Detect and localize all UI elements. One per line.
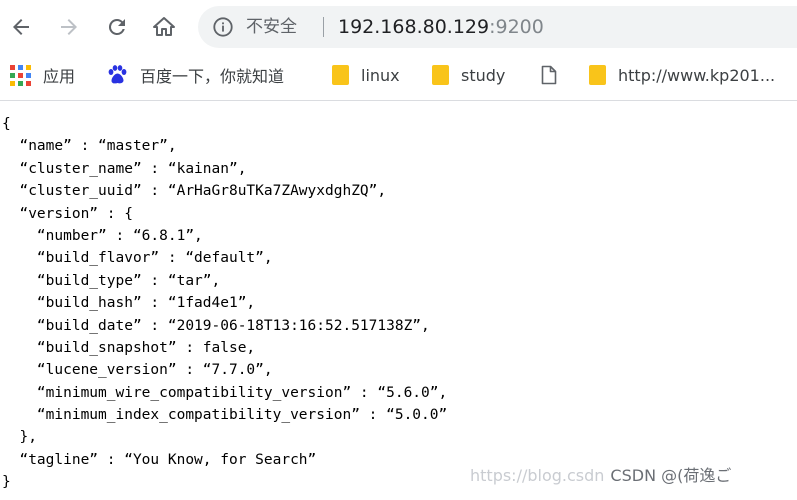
json-line: “tagline” : “You Know, for Search” [2,451,317,468]
home-icon [153,17,175,36]
bookmark-kp201[interactable]: http://www.kp201... [589,62,775,88]
apps-grid-icon [10,64,31,86]
json-line: }, [2,429,37,446]
json-line: “build_date” : “2019-06-18T13:16:52.5171… [2,317,430,334]
address-bar[interactable]: 不安全 192.168.80.129:9200 [198,6,797,48]
bookmark-label: 应用 [43,67,76,86]
folder-icon [432,65,449,85]
url-text[interactable]: 192.168.80.129:9200 [338,14,544,40]
forward-button[interactable] [52,10,86,44]
reload-button[interactable] [100,10,134,44]
watermark-url: https://blog.csdn [470,466,605,485]
json-line: “minimum_wire_compatibility_version” : “… [2,384,448,401]
bookmark-page[interactable] [541,62,557,88]
url-host: 192.168.80.129 [338,16,490,38]
json-line: “build_hash” : “1fad4e1”, [2,295,256,312]
json-line: “minimum_index_compatibility_version” : … [2,407,448,424]
info-circle-icon[interactable] [212,16,234,38]
baidu-paw-icon [108,65,127,84]
browser-toolbar: 不安全 192.168.80.129:9200 [0,0,797,54]
json-response: { “name” : “master”, “cluster_name” : “k… [2,113,447,494]
json-line: “cluster_name” : “kainan”, [2,160,247,177]
toolbar-divider [0,100,797,101]
json-line: “number” : “6.8.1”, [2,227,203,244]
arrow-left-icon [13,19,29,35]
bookmark-label: study [461,65,506,85]
bookmark-study[interactable]: study [432,62,505,88]
home-button[interactable] [147,10,181,44]
bookmark-label: http://www.kp201... [618,65,776,85]
json-line: “lucene_version” : “7.7.0”, [2,362,273,379]
watermark-author: CSDN @(荷逸ご [610,466,732,485]
bookmark-baidu[interactable]: 百度一下，你就知道 [106,62,284,88]
bookmark-apps[interactable]: 应用 [10,62,75,88]
json-line: “build_snapshot” : false, [2,339,256,356]
reload-icon [108,18,125,35]
folder-icon [332,65,349,85]
folder-icon [589,65,606,85]
json-line: “version” : { [2,205,133,222]
omnibox-divider [323,17,324,37]
bookmark-label: linux [361,65,400,85]
url-port: :9200 [489,16,544,38]
back-button[interactable] [4,10,38,44]
json-line: “build_type” : “tar”, [2,272,221,289]
arrow-right-icon [61,19,77,35]
bookmark-linux[interactable]: linux [332,62,400,88]
security-label[interactable]: 不安全 [246,15,297,39]
json-line: “name” : “master”, [2,138,177,155]
json-line: } [2,474,11,491]
json-line: “cluster_uuid” : “ArHaGr8uTKa7ZAwyxdghZQ… [2,183,387,200]
bookmark-label: 百度一下，你就知道 [140,67,285,86]
json-line: { [2,116,11,132]
watermark: https://blog.csdn CSDN @(荷逸ご [470,465,731,487]
page-icon [541,65,557,85]
json-line: “build_flavor” : “default”, [2,250,273,267]
bookmarks-bar: 应用 百度一下，你就知道 linux study http://www.kp20… [0,54,797,94]
